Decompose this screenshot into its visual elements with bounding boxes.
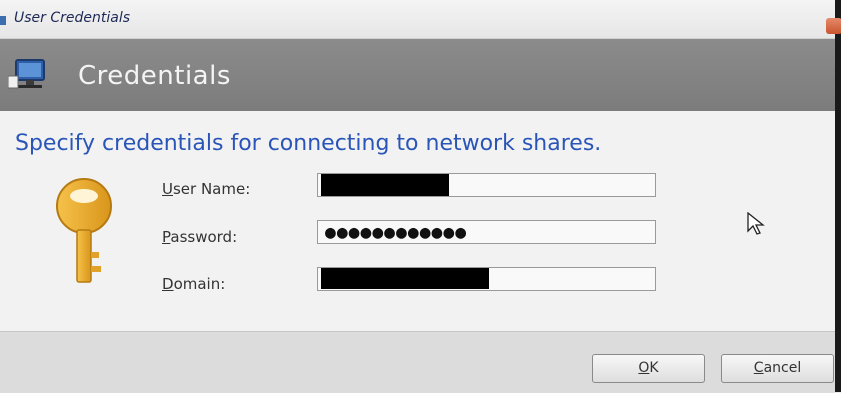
redacted-value: [321, 268, 489, 289]
mouse-cursor-icon: [747, 212, 765, 235]
app-icon: [0, 16, 6, 25]
header-title: Credentials: [78, 61, 231, 91]
redacted-value: [321, 174, 449, 196]
password-label: Password:: [162, 228, 238, 246]
ok-button[interactable]: OK: [592, 354, 705, 383]
dialog-content: Specify credentials for connecting to ne…: [0, 111, 835, 331]
credentials-dialog: User Credentials Credentials Specify cre…: [0, 0, 841, 393]
close-button[interactable]: [826, 18, 841, 34]
dialog-footer: OK Cancel: [0, 331, 835, 393]
cancel-button[interactable]: Cancel: [721, 354, 834, 383]
network-computer-icon: [8, 59, 45, 89]
username-field[interactable]: [317, 173, 656, 197]
password-mask: ●●●●●●●●●●●●: [325, 222, 468, 243]
username-label: User Name:: [162, 180, 251, 198]
title-bar[interactable]: User Credentials: [0, 0, 835, 39]
domain-field[interactable]: [317, 267, 656, 291]
window-title: User Credentials: [14, 10, 131, 26]
dialog-header: Credentials: [0, 39, 835, 111]
domain-label: Domain:: [162, 275, 226, 293]
key-icon: [56, 178, 112, 283]
instruction-text: Specify credentials for connecting to ne…: [15, 131, 602, 156]
password-field[interactable]: ●●●●●●●●●●●●: [317, 220, 656, 244]
